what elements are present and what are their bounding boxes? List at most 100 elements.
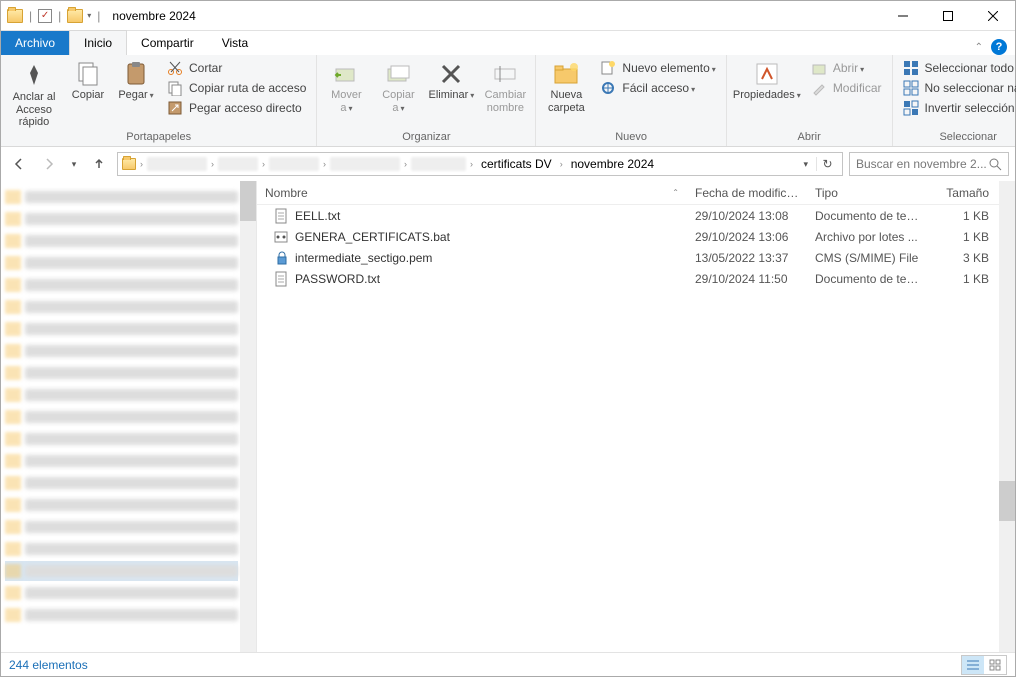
copy-path-button[interactable]: Copiar ruta de acceso xyxy=(163,79,310,97)
main-area: Nombre⌃ Fecha de modifica... Tipo Tamaño… xyxy=(1,181,1015,652)
file-type: Documento de tex... xyxy=(807,209,927,223)
tab-view[interactable]: Vista xyxy=(208,31,262,55)
rename-button[interactable]: Cambiar nombre xyxy=(481,57,529,114)
forward-button[interactable] xyxy=(37,152,61,176)
files-scrollbar[interactable] xyxy=(999,181,1015,652)
breadcrumb-hidden[interactable] xyxy=(411,157,466,171)
copy-to-button[interactable]: Copiar a xyxy=(375,57,421,114)
address-dropdown[interactable]: ▾ xyxy=(799,159,812,170)
paste-button[interactable]: Pegar xyxy=(115,57,157,102)
col-name[interactable]: Nombre⌃ xyxy=(257,186,687,200)
properties-button[interactable]: Propiedades xyxy=(733,57,801,102)
folder-icon xyxy=(67,9,83,23)
cut-button[interactable]: Cortar xyxy=(163,59,310,77)
breadcrumb-hidden[interactable] xyxy=(330,157,400,171)
icons-view-icon[interactable] xyxy=(984,656,1006,674)
file-size: 1 KB xyxy=(927,209,997,223)
refresh-button[interactable]: ↻ xyxy=(816,157,838,171)
new-folder-button[interactable]: Nueva carpeta xyxy=(542,57,590,114)
group-label: Seleccionar xyxy=(899,129,1016,146)
file-type: Documento de tex... xyxy=(807,272,927,286)
edit-button[interactable]: Modificar xyxy=(807,79,886,97)
file-name: GENERA_CERTIFICATS.bat xyxy=(295,230,450,244)
nav-tree[interactable] xyxy=(1,181,257,652)
breadcrumb-hidden[interactable] xyxy=(269,157,319,171)
easy-access-button[interactable]: Fácil acceso xyxy=(596,79,719,97)
menu-bar: Archivo Inicio Compartir Vista ⌃ ? xyxy=(1,31,1015,55)
file-row[interactable]: intermediate_sectigo.pem13/05/2022 13:37… xyxy=(257,247,997,268)
breadcrumb-segment[interactable]: certificats DV xyxy=(477,157,556,171)
search-input[interactable]: Buscar en novembre 2... xyxy=(849,152,1009,176)
group-label: Nuevo xyxy=(542,129,719,146)
search-icon xyxy=(988,157,1002,171)
tab-home[interactable]: Inicio xyxy=(69,30,127,55)
window-title: novembre 2024 xyxy=(112,9,195,23)
separator: | xyxy=(29,9,32,23)
up-button[interactable] xyxy=(87,152,111,176)
move-to-button[interactable]: Mover a xyxy=(323,57,369,114)
group-organize: Mover a Copiar a Eliminar Cambiar nombre… xyxy=(317,55,536,146)
new-item-button[interactable]: Nuevo elemento xyxy=(596,59,719,77)
sort-indicator: ⌃ xyxy=(672,188,679,197)
view-toggle[interactable] xyxy=(961,655,1007,675)
file-size: 1 KB xyxy=(927,272,997,286)
file-date: 29/10/2024 13:08 xyxy=(687,209,807,223)
copy-button[interactable]: Copiar xyxy=(67,57,109,102)
file-list: Nombre⌃ Fecha de modifica... Tipo Tamaño… xyxy=(257,181,1015,652)
address-bar[interactable]: › › › › › › certificats DV› novembre 202… xyxy=(117,152,843,176)
tab-file[interactable]: Archivo xyxy=(1,31,69,55)
col-date[interactable]: Fecha de modifica... xyxy=(687,186,807,200)
group-label: Organizar xyxy=(323,129,529,146)
help-icon[interactable]: ? xyxy=(991,39,1007,55)
pin-button[interactable]: Anclar al Acceso rápido xyxy=(7,57,61,129)
file-name: EELL.txt xyxy=(295,209,340,223)
delete-button[interactable]: Eliminar xyxy=(427,57,475,102)
tree-scrollbar[interactable] xyxy=(240,181,256,652)
open-button[interactable]: Abrir xyxy=(807,59,886,77)
invert-selection-button[interactable]: Invertir selección xyxy=(899,99,1016,117)
nav-bar: ▾ › › › › › › certificats DV› novembre 2… xyxy=(1,147,1015,181)
col-size[interactable]: Tamaño xyxy=(927,186,997,200)
minimize-button[interactable] xyxy=(880,2,925,30)
file-date: 29/10/2024 11:50 xyxy=(687,272,807,286)
file-type: Archivo por lotes ... xyxy=(807,230,927,244)
breadcrumb-segment[interactable]: novembre 2024 xyxy=(567,157,658,171)
recent-dropdown[interactable]: ▾ xyxy=(67,152,81,176)
select-all-button[interactable]: Seleccionar todo xyxy=(899,59,1016,77)
file-row[interactable]: GENERA_CERTIFICATS.bat 29/10/2024 13:06Ar… xyxy=(257,226,997,247)
maximize-button[interactable] xyxy=(925,2,970,30)
file-icon xyxy=(273,208,289,224)
separator: | xyxy=(97,9,100,23)
column-headers: Nombre⌃ Fecha de modifica... Tipo Tamaño xyxy=(257,181,1015,205)
group-select: Seleccionar todo No seleccionar nada Inv… xyxy=(893,55,1016,146)
collapse-ribbon-icon[interactable]: ⌃ xyxy=(975,42,983,53)
close-button[interactable] xyxy=(970,2,1015,30)
group-label: Abrir xyxy=(733,129,886,146)
back-button[interactable] xyxy=(7,152,31,176)
group-label: Portapapeles xyxy=(7,129,310,146)
paste-shortcut-button[interactable]: Pegar acceso directo xyxy=(163,99,310,117)
col-type[interactable]: Tipo xyxy=(807,186,927,200)
file-name: PASSWORD.txt xyxy=(295,272,380,286)
title-bar: | ✓ | ▾ | novembre 2024 xyxy=(1,1,1015,31)
search-placeholder: Buscar en novembre 2... xyxy=(856,157,987,171)
breadcrumb-hidden[interactable] xyxy=(218,157,258,171)
file-icon xyxy=(273,271,289,287)
tab-share[interactable]: Compartir xyxy=(127,31,208,55)
group-new: Nueva carpeta Nuevo elemento Fácil acces… xyxy=(536,55,726,146)
folder-icon xyxy=(7,9,23,23)
select-none-button[interactable]: No seleccionar nada xyxy=(899,79,1016,97)
file-icon xyxy=(273,250,289,266)
file-icon xyxy=(273,229,289,245)
file-type: CMS (S/MIME) File xyxy=(807,251,927,265)
file-row[interactable]: EELL.txt 29/10/2024 13:08Documento de tex… xyxy=(257,205,997,226)
file-name: intermediate_sectigo.pem xyxy=(295,251,432,265)
ribbon: Anclar al Acceso rápido Copiar Pegar Cor… xyxy=(1,55,1015,147)
qat-dropdown-icon[interactable]: ▾ xyxy=(87,11,91,20)
file-row[interactable]: PASSWORD.txt 29/10/2024 11:50Documento de… xyxy=(257,268,997,289)
file-date: 29/10/2024 13:06 xyxy=(687,230,807,244)
details-view-icon[interactable] xyxy=(962,656,984,674)
status-bar: 244 elementos xyxy=(1,652,1015,676)
breadcrumb-hidden[interactable] xyxy=(147,157,207,171)
save-qat-icon[interactable]: ✓ xyxy=(38,9,52,23)
